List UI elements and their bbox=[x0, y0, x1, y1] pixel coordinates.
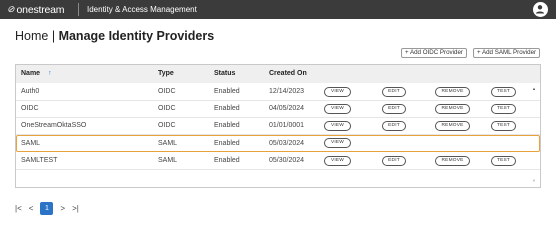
view-button[interactable]: VIEW bbox=[324, 138, 351, 148]
test-button[interactable]: TEST bbox=[491, 104, 516, 114]
last-page-icon[interactable]: >| bbox=[72, 204, 79, 213]
table-header: Name ↑ Type Status Created On bbox=[16, 65, 540, 83]
page-title: Home | Manage Identity Providers bbox=[15, 29, 214, 43]
pagination: |< < 1 > >| bbox=[15, 201, 86, 215]
cell-type: OIDC bbox=[158, 105, 176, 112]
previous-page-icon[interactable]: < bbox=[29, 204, 34, 213]
edit-button[interactable]: EDIT bbox=[382, 104, 406, 114]
edit-button[interactable]: EDIT bbox=[382, 87, 406, 97]
cell-created-on: 05/30/2024 bbox=[269, 157, 305, 164]
cell-type: OIDC bbox=[158, 122, 176, 129]
next-page-icon[interactable]: > bbox=[60, 204, 65, 213]
column-header-name[interactable]: Name ↑ bbox=[21, 70, 52, 77]
identity-providers-table: Name ↑ Type Status Created On ▲ ▼ Auth0 O… bbox=[15, 64, 541, 188]
cell-created-on: 01/01/0001 bbox=[269, 122, 305, 129]
table-row[interactable]: OneStreamOktaSSO OIDC Enabled 01/01/0001… bbox=[16, 118, 540, 135]
cell-type: OIDC bbox=[158, 88, 176, 95]
cell-created-on: 04/05/2024 bbox=[269, 105, 305, 112]
app-title: Identity & Access Management bbox=[87, 5, 197, 14]
user-avatar-icon[interactable] bbox=[533, 2, 548, 17]
cell-created-on: 05/03/2024 bbox=[269, 140, 305, 147]
column-header-created-on[interactable]: Created On bbox=[269, 70, 307, 77]
add-saml-provider-button[interactable]: + Add SAML Provider bbox=[473, 48, 541, 58]
cell-name: SAML bbox=[21, 140, 41, 147]
view-button[interactable]: VIEW bbox=[324, 87, 351, 97]
cell-name: SAMLTEST bbox=[21, 157, 58, 164]
cell-type: SAML bbox=[158, 157, 178, 164]
top-bar: ⊘ onestream Identity & Access Management bbox=[0, 0, 556, 19]
brand-logo: ⊘ onestream bbox=[0, 3, 79, 16]
table-row[interactable]: OIDC OIDC Enabled 04/05/2024 VIEW EDIT R… bbox=[16, 101, 540, 118]
cell-status: Enabled bbox=[214, 122, 240, 129]
cell-name: Auth0 bbox=[21, 88, 40, 95]
cell-name: OneStreamOktaSSO bbox=[21, 122, 87, 129]
cell-status: Enabled bbox=[214, 105, 240, 112]
view-button[interactable]: VIEW bbox=[324, 156, 351, 166]
view-button[interactable]: VIEW bbox=[324, 104, 351, 114]
cell-status: Enabled bbox=[214, 140, 240, 147]
cell-status: Enabled bbox=[214, 88, 240, 95]
test-button[interactable]: TEST bbox=[491, 121, 516, 131]
breadcrumb-current: Manage Identity Providers bbox=[58, 29, 215, 43]
table-row-selected[interactable]: SAML SAML Enabled 05/03/2024 VIEW bbox=[16, 135, 540, 152]
brand-name: onestream bbox=[16, 3, 65, 16]
cell-name: OIDC bbox=[21, 105, 39, 112]
test-button[interactable]: TEST bbox=[491, 87, 516, 97]
edit-button[interactable]: EDIT bbox=[382, 156, 406, 166]
test-button[interactable]: TEST bbox=[491, 156, 516, 166]
cell-status: Enabled bbox=[214, 157, 240, 164]
remove-button[interactable]: REMOVE bbox=[435, 121, 470, 131]
edit-button[interactable]: EDIT bbox=[382, 121, 406, 131]
remove-button[interactable]: REMOVE bbox=[435, 104, 470, 114]
sort-ascending-icon[interactable]: ↑ bbox=[48, 70, 52, 77]
cell-created-on: 12/14/2023 bbox=[269, 88, 305, 95]
breadcrumb-separator: | bbox=[51, 29, 56, 43]
current-page-button[interactable]: 1 bbox=[40, 201, 54, 215]
table-row[interactable]: SAMLTEST SAML Enabled 05/30/2024 VIEW ED… bbox=[16, 153, 540, 170]
scroll-down-icon[interactable]: ▼ bbox=[532, 178, 536, 183]
breadcrumb-home[interactable]: Home bbox=[15, 29, 48, 43]
view-button[interactable]: VIEW bbox=[324, 121, 351, 131]
onestream-logo-icon: ⊘ bbox=[7, 4, 15, 14]
column-header-type[interactable]: Type bbox=[158, 70, 174, 77]
remove-button[interactable]: REMOVE bbox=[435, 156, 470, 166]
cell-type: SAML bbox=[158, 140, 178, 147]
remove-button[interactable]: REMOVE bbox=[435, 87, 470, 97]
first-page-icon[interactable]: |< bbox=[15, 204, 22, 213]
table-row[interactable]: Auth0 OIDC Enabled 12/14/2023 VIEW EDIT … bbox=[16, 84, 540, 101]
column-header-status[interactable]: Status bbox=[214, 70, 235, 77]
add-oidc-provider-button[interactable]: + Add OIDC Provider bbox=[401, 48, 467, 58]
